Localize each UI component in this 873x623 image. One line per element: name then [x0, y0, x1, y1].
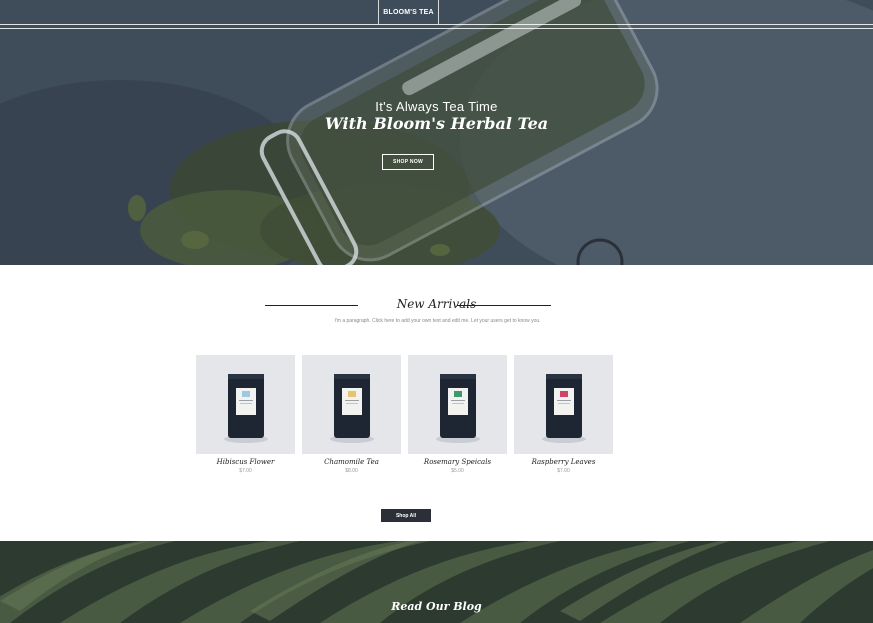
hero-title: With Bloom's Herbal Tea — [324, 114, 549, 133]
product-card[interactable]: Hibiscus Flower $7.00 — [196, 355, 295, 474]
product-name[interactable]: Raspberry Leaves — [514, 458, 613, 466]
brand-logo[interactable]: BLOOM'S TEA — [378, 0, 439, 24]
blog-title[interactable]: Read Our Blog — [0, 600, 873, 613]
shop-all-button[interactable]: Shop All — [381, 509, 431, 522]
product-price: $8.00 — [345, 468, 358, 474]
product-image[interactable] — [408, 355, 507, 454]
product-image[interactable] — [302, 355, 401, 454]
header-divider-bottom — [0, 28, 873, 29]
header-divider-top — [0, 24, 873, 25]
product-card[interactable]: Rosemary Speicals $5.00 — [408, 355, 507, 474]
product-price: $5.00 — [451, 468, 464, 474]
product-image[interactable] — [514, 355, 613, 454]
new-arrivals-title: New Arrivals — [396, 297, 477, 311]
tea-pouch-icon — [542, 374, 586, 443]
product-name[interactable]: Chamomile Tea — [302, 458, 401, 466]
product-card[interactable]: Chamomile Tea $8.00 — [302, 355, 401, 474]
shop-now-button[interactable]: SHOP NOW — [382, 154, 434, 170]
hero-banner: BLOOM'S TEA It's Always Tea Time With Bl… — [0, 0, 873, 265]
title-rule-right — [457, 305, 551, 306]
section-paragraph: I'm a paragraph. Click here to add your … — [334, 318, 541, 324]
product-image[interactable] — [196, 355, 295, 454]
tea-pouch-icon — [224, 374, 268, 443]
blog-section: Read Our Blog — [0, 541, 873, 623]
product-price: $7.00 — [239, 468, 252, 474]
product-price: $7.00 — [557, 468, 570, 474]
tea-pouch-icon — [330, 374, 374, 443]
tea-pouch-icon — [436, 374, 480, 443]
hero-subtitle: It's Always Tea Time — [375, 99, 498, 114]
product-name[interactable]: Rosemary Speicals — [408, 458, 507, 466]
product-card[interactable]: Raspberry Leaves $7.00 — [514, 355, 613, 474]
product-name[interactable]: Hibiscus Flower — [196, 458, 295, 466]
